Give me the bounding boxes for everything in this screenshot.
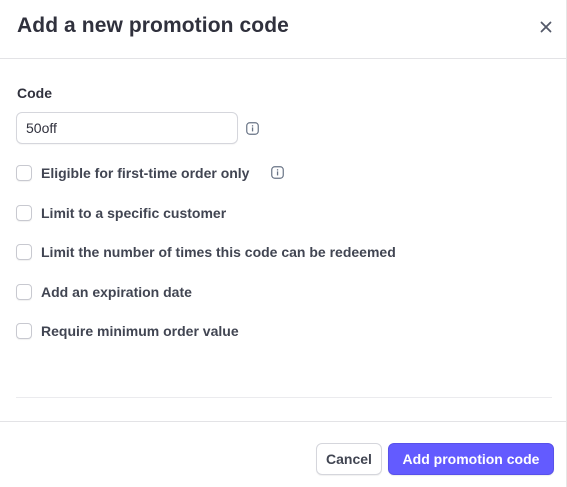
redemption-limit-label: Limit the number of times this code can … <box>41 244 396 260</box>
content-divider <box>16 397 552 398</box>
code-input[interactable] <box>16 112 238 144</box>
minimum-order-checkbox[interactable] <box>16 323 32 339</box>
expiration-date-label: Add an expiration date <box>41 284 192 300</box>
first-time-info-icon[interactable] <box>271 166 284 179</box>
option-expiration-date[interactable]: Add an expiration date <box>16 283 192 301</box>
footer-divider <box>0 421 566 422</box>
code-label: Code <box>17 85 52 101</box>
first-time-order-checkbox[interactable] <box>16 165 32 181</box>
promotion-code-dialog: Add a new promotion code Code Eligible f… <box>0 0 567 487</box>
redemption-limit-checkbox[interactable] <box>16 244 32 260</box>
add-promotion-code-button[interactable]: Add promotion code <box>388 443 554 475</box>
specific-customer-label: Limit to a specific customer <box>41 205 227 221</box>
code-info-icon[interactable] <box>246 122 259 135</box>
option-redemption-limit[interactable]: Limit the number of times this code can … <box>16 243 396 261</box>
option-minimum-order[interactable]: Require minimum order value <box>16 322 239 340</box>
info-icon <box>271 166 284 179</box>
dialog-title: Add a new promotion code <box>17 14 289 37</box>
close-button[interactable] <box>536 17 556 37</box>
option-first-time-order[interactable]: Eligible for first-time order only <box>16 164 249 182</box>
dialog-header: Add a new promotion code <box>0 0 566 59</box>
minimum-order-label: Require minimum order value <box>41 323 239 339</box>
option-specific-customer[interactable]: Limit to a specific customer <box>16 204 226 222</box>
expiration-date-checkbox[interactable] <box>16 284 32 300</box>
cancel-button[interactable]: Cancel <box>316 443 382 475</box>
info-icon <box>246 122 259 135</box>
specific-customer-checkbox[interactable] <box>16 205 32 221</box>
close-icon <box>540 21 552 33</box>
first-time-order-label: Eligible for first-time order only <box>41 165 250 181</box>
